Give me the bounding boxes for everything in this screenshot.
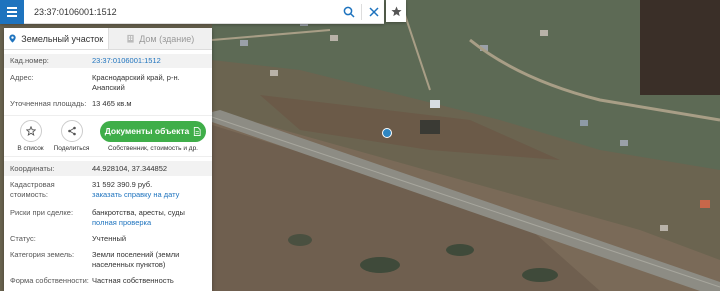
clear-search-button[interactable]: [364, 1, 384, 23]
category-row: Категория земель: Земли поселений (земли…: [4, 250, 212, 272]
favorites-button[interactable]: [386, 0, 406, 22]
action-bar: В список Поделиться Документы объекта Со…: [4, 115, 212, 157]
close-icon: [369, 6, 379, 17]
ownership-label: Форма собственности:: [10, 276, 89, 285]
category-value: Земли поселений (земли населенных пункто…: [92, 250, 180, 269]
documents-section: Документы объекта Собственник, стоимость…: [100, 120, 206, 152]
ownership-value: Частная собственность: [92, 276, 174, 285]
share-button[interactable]: Поделиться: [51, 120, 92, 152]
tab-land-plot[interactable]: Земельный участок: [4, 28, 108, 49]
share-label: Поделиться: [53, 145, 90, 152]
documents-button-label: Документы объекта: [104, 126, 190, 136]
menu-icon: [7, 6, 17, 9]
menu-button[interactable]: [0, 0, 24, 24]
location-marker[interactable]: [382, 128, 392, 138]
share-icon: [67, 126, 76, 136]
area-label: Уточненная площадь:: [10, 99, 87, 108]
document-icon: [194, 126, 201, 136]
add-to-list-label: В список: [17, 145, 44, 152]
parcel-icon: [9, 34, 16, 43]
ownership-row: Форма собственности: Частная собственнос…: [4, 276, 212, 288]
search-button[interactable]: [339, 1, 359, 23]
full-check-link[interactable]: полная проверка: [92, 218, 206, 228]
risk-label: Риски при сделке:: [10, 208, 74, 217]
documents-caption: Собственник, стоимость и др.: [107, 144, 198, 152]
coords-label: Координаты:: [10, 163, 55, 173]
add-to-list-button[interactable]: В список: [10, 120, 51, 152]
coords-row: Координаты: 44.928104, 37.344852: [4, 161, 212, 176]
address-label: Адрес:: [10, 73, 34, 82]
search-input[interactable]: [24, 0, 339, 23]
star-icon: [390, 6, 402, 16]
documents-button[interactable]: Документы объекта: [100, 120, 206, 142]
address-row: Адрес: Краснодарский край, р-н. Анапский: [4, 73, 212, 95]
address-value: Краснодарский край, р-н. Анапский: [92, 73, 180, 92]
search-bar: [0, 0, 384, 24]
cadnum-row: Кад.номер: 23:37:0106001:1512: [4, 54, 212, 68]
status-row: Статус: Учтенный: [4, 234, 212, 246]
status-label: Статус:: [10, 234, 36, 243]
star-outline-icon: [25, 126, 36, 136]
cadnum-label: Кад.номер:: [10, 56, 49, 65]
coords-value: 44.928104, 37.344852: [92, 163, 168, 173]
status-value: Учтенный: [92, 234, 127, 243]
building-icon: [127, 34, 134, 43]
order-certificate-link[interactable]: заказать справку на дату: [92, 190, 206, 200]
cost-label: Кадастровая стоимость:: [10, 180, 55, 199]
object-tabs: Земельный участок Дом (здание): [4, 28, 212, 50]
cadnum-value[interactable]: 23:37:0106001:1512: [92, 56, 206, 66]
object-info-panel: Земельный участок Дом (здание) Кад.номер…: [4, 28, 212, 291]
area-value: 13 465 кв.м: [92, 99, 132, 108]
cost-row: Кадастровая стоимость: 31 592 390.9 руб.…: [4, 180, 212, 204]
risk-row: Риски при сделке: банкротства, аресты, с…: [4, 208, 212, 230]
tab-building-label: Дом (здание): [139, 33, 195, 44]
risk-value: банкротства, аресты, суды: [92, 208, 185, 217]
search-divider: [361, 3, 362, 20]
search-icon: [343, 6, 355, 18]
cost-value: 31 592 390.9 руб.: [92, 180, 153, 189]
category-label: Категория земель:: [10, 250, 75, 259]
area-row: Уточненная площадь: 13 465 кв.м: [4, 99, 212, 111]
tab-land-plot-label: Земельный участок: [21, 33, 104, 44]
tab-building[interactable]: Дом (здание): [107, 28, 212, 49]
